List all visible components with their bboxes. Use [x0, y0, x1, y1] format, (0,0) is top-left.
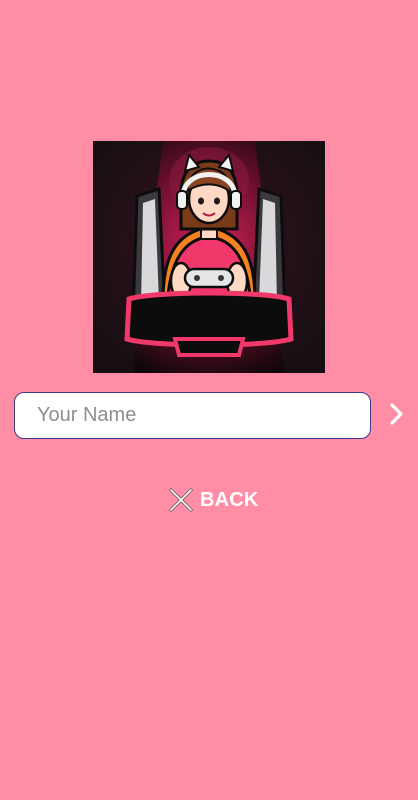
- back-label: BACK: [200, 488, 259, 511]
- gamer-logo-image: [93, 141, 325, 373]
- close-icon: [168, 487, 194, 513]
- back-button[interactable]: BACK: [168, 484, 259, 516]
- chevron-right-icon: [390, 403, 403, 425]
- name-input[interactable]: [14, 392, 371, 439]
- next-button[interactable]: [380, 396, 412, 432]
- gamer-girl-mascot-icon: [93, 141, 325, 373]
